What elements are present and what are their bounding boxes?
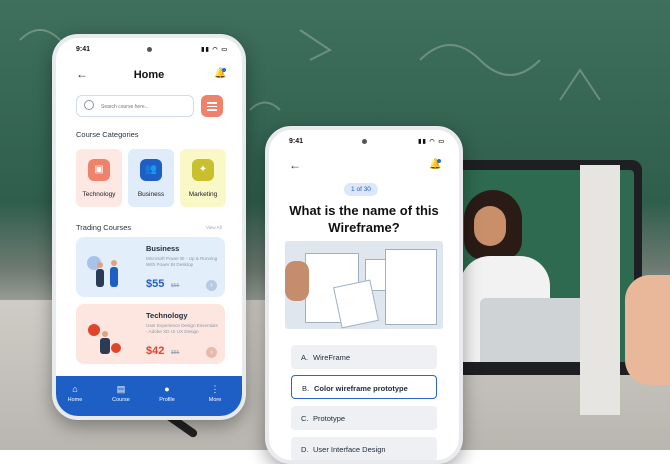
bottom-nav: ⌂ Home ▤ Course ● Profile ⋮ More bbox=[56, 376, 242, 416]
search-bar[interactable] bbox=[76, 95, 194, 117]
answer-option-c[interactable]: C. Prototype bbox=[291, 406, 437, 430]
course-price: $55 bbox=[146, 278, 165, 290]
answer-option-b[interactable]: B. Color wireframe prototype bbox=[291, 375, 437, 399]
course-name: Business bbox=[146, 244, 180, 253]
option-letter: B. bbox=[302, 384, 310, 393]
question-text: What is the name of this Wireframe? bbox=[289, 203, 439, 235]
home-phone: 9:41 ▮▮ ◠ ▭ ← Home 🔔 Course Categories ▣… bbox=[52, 34, 246, 420]
course-card-business[interactable]: Business Microsoft Power BI - Up & Runni… bbox=[76, 237, 225, 297]
teacher-face bbox=[474, 206, 506, 246]
option-text: Color wireframe prototype bbox=[314, 384, 408, 393]
notification-bell-icon[interactable]: 🔔 bbox=[214, 68, 226, 79]
wireframe-image bbox=[285, 241, 443, 329]
category-marketing[interactable]: ✦ Marketing bbox=[180, 149, 226, 207]
category-technology[interactable]: ▣ Technology bbox=[76, 149, 122, 207]
megaphone-icon: ✦ bbox=[198, 164, 208, 175]
course-card-technology[interactable]: Technology User Experience Design Essent… bbox=[76, 304, 225, 364]
nav-label: Home bbox=[67, 397, 83, 403]
nav-course[interactable]: ▤ Course bbox=[104, 384, 138, 405]
categories-heading: Course Categories bbox=[76, 130, 139, 139]
back-arrow-icon[interactable]: ← bbox=[289, 158, 301, 172]
answer-option-d[interactable]: D. User Interface Design bbox=[291, 437, 437, 460]
hand-on-paper bbox=[285, 261, 309, 301]
nav-home[interactable]: ⌂ Home bbox=[58, 384, 92, 405]
category-label: Marketing bbox=[188, 191, 218, 198]
status-time: 9:41 bbox=[76, 46, 91, 53]
signal-wifi-battery-icon: ▮▮ ◠ ▭ bbox=[201, 47, 228, 53]
nav-more[interactable]: ⋮ More bbox=[198, 384, 232, 405]
search-icon bbox=[84, 100, 94, 110]
option-text: Prototype bbox=[313, 414, 346, 423]
quiz-phone: 9:41 ▮▮ ◠ ▭ ← 🔔 1 of 30 What is the name… bbox=[265, 126, 463, 464]
course-description: User Experience Design Essentials - Adob… bbox=[146, 323, 218, 334]
more-icon: ⋮ bbox=[210, 384, 220, 394]
people-icon: 👥 bbox=[144, 164, 158, 175]
arrow-right-icon[interactable]: › bbox=[206, 280, 217, 291]
status-time: 9:41 bbox=[289, 138, 304, 145]
course-price: $42 bbox=[146, 345, 165, 357]
category-label: Technology bbox=[82, 191, 116, 198]
answer-option-a[interactable]: A. WireFrame bbox=[291, 345, 437, 369]
option-letter: C. bbox=[301, 414, 309, 423]
category-label: Business bbox=[137, 191, 165, 198]
notification-dot bbox=[437, 159, 441, 163]
nav-profile[interactable]: ● Profile bbox=[150, 384, 184, 405]
chip-icon: ▣ bbox=[94, 164, 104, 175]
nav-label: Course bbox=[112, 397, 130, 403]
status-bar: 9:41 ▮▮ ◠ ▭ bbox=[70, 46, 228, 58]
hand bbox=[625, 275, 670, 385]
notification-bell-icon[interactable]: 🔔 bbox=[429, 159, 441, 170]
home-icon: ⌂ bbox=[72, 384, 78, 394]
filter-icon-line bbox=[207, 109, 217, 111]
trading-heading: Trading Courses bbox=[76, 223, 132, 232]
filter-button[interactable] bbox=[201, 95, 223, 117]
nav-label: Profile bbox=[159, 397, 175, 403]
status-bar: 9:41 ▮▮ ◠ ▭ bbox=[283, 138, 445, 150]
wireframe-sheet bbox=[385, 249, 437, 325]
course-description: Microsoft Power BI - Up & Running With P… bbox=[146, 256, 218, 267]
course-old-price: $55 bbox=[171, 283, 180, 289]
view-all-link[interactable]: View All bbox=[206, 225, 222, 230]
option-letter: A. bbox=[301, 353, 309, 362]
book-icon: ▤ bbox=[116, 384, 126, 394]
user-icon: ● bbox=[164, 384, 170, 394]
question-progress: 1 of 30 bbox=[344, 183, 378, 196]
nav-label: More bbox=[208, 397, 222, 403]
arrow-right-icon[interactable]: › bbox=[206, 347, 217, 358]
option-text: WireFrame bbox=[313, 353, 351, 362]
search-input[interactable] bbox=[99, 99, 191, 114]
tablet-edge bbox=[580, 165, 620, 415]
course-old-price: $55 bbox=[171, 350, 180, 356]
signal-wifi-battery-icon: ▮▮ ◠ ▭ bbox=[418, 139, 445, 145]
technology-illustration bbox=[88, 324, 121, 354]
business-illustration bbox=[87, 256, 118, 287]
category-business[interactable]: 👥 Business bbox=[128, 149, 174, 207]
notification-dot bbox=[222, 68, 226, 72]
filter-icon bbox=[207, 102, 217, 104]
course-name: Technology bbox=[146, 311, 188, 320]
filter-icon-line bbox=[207, 105, 217, 107]
